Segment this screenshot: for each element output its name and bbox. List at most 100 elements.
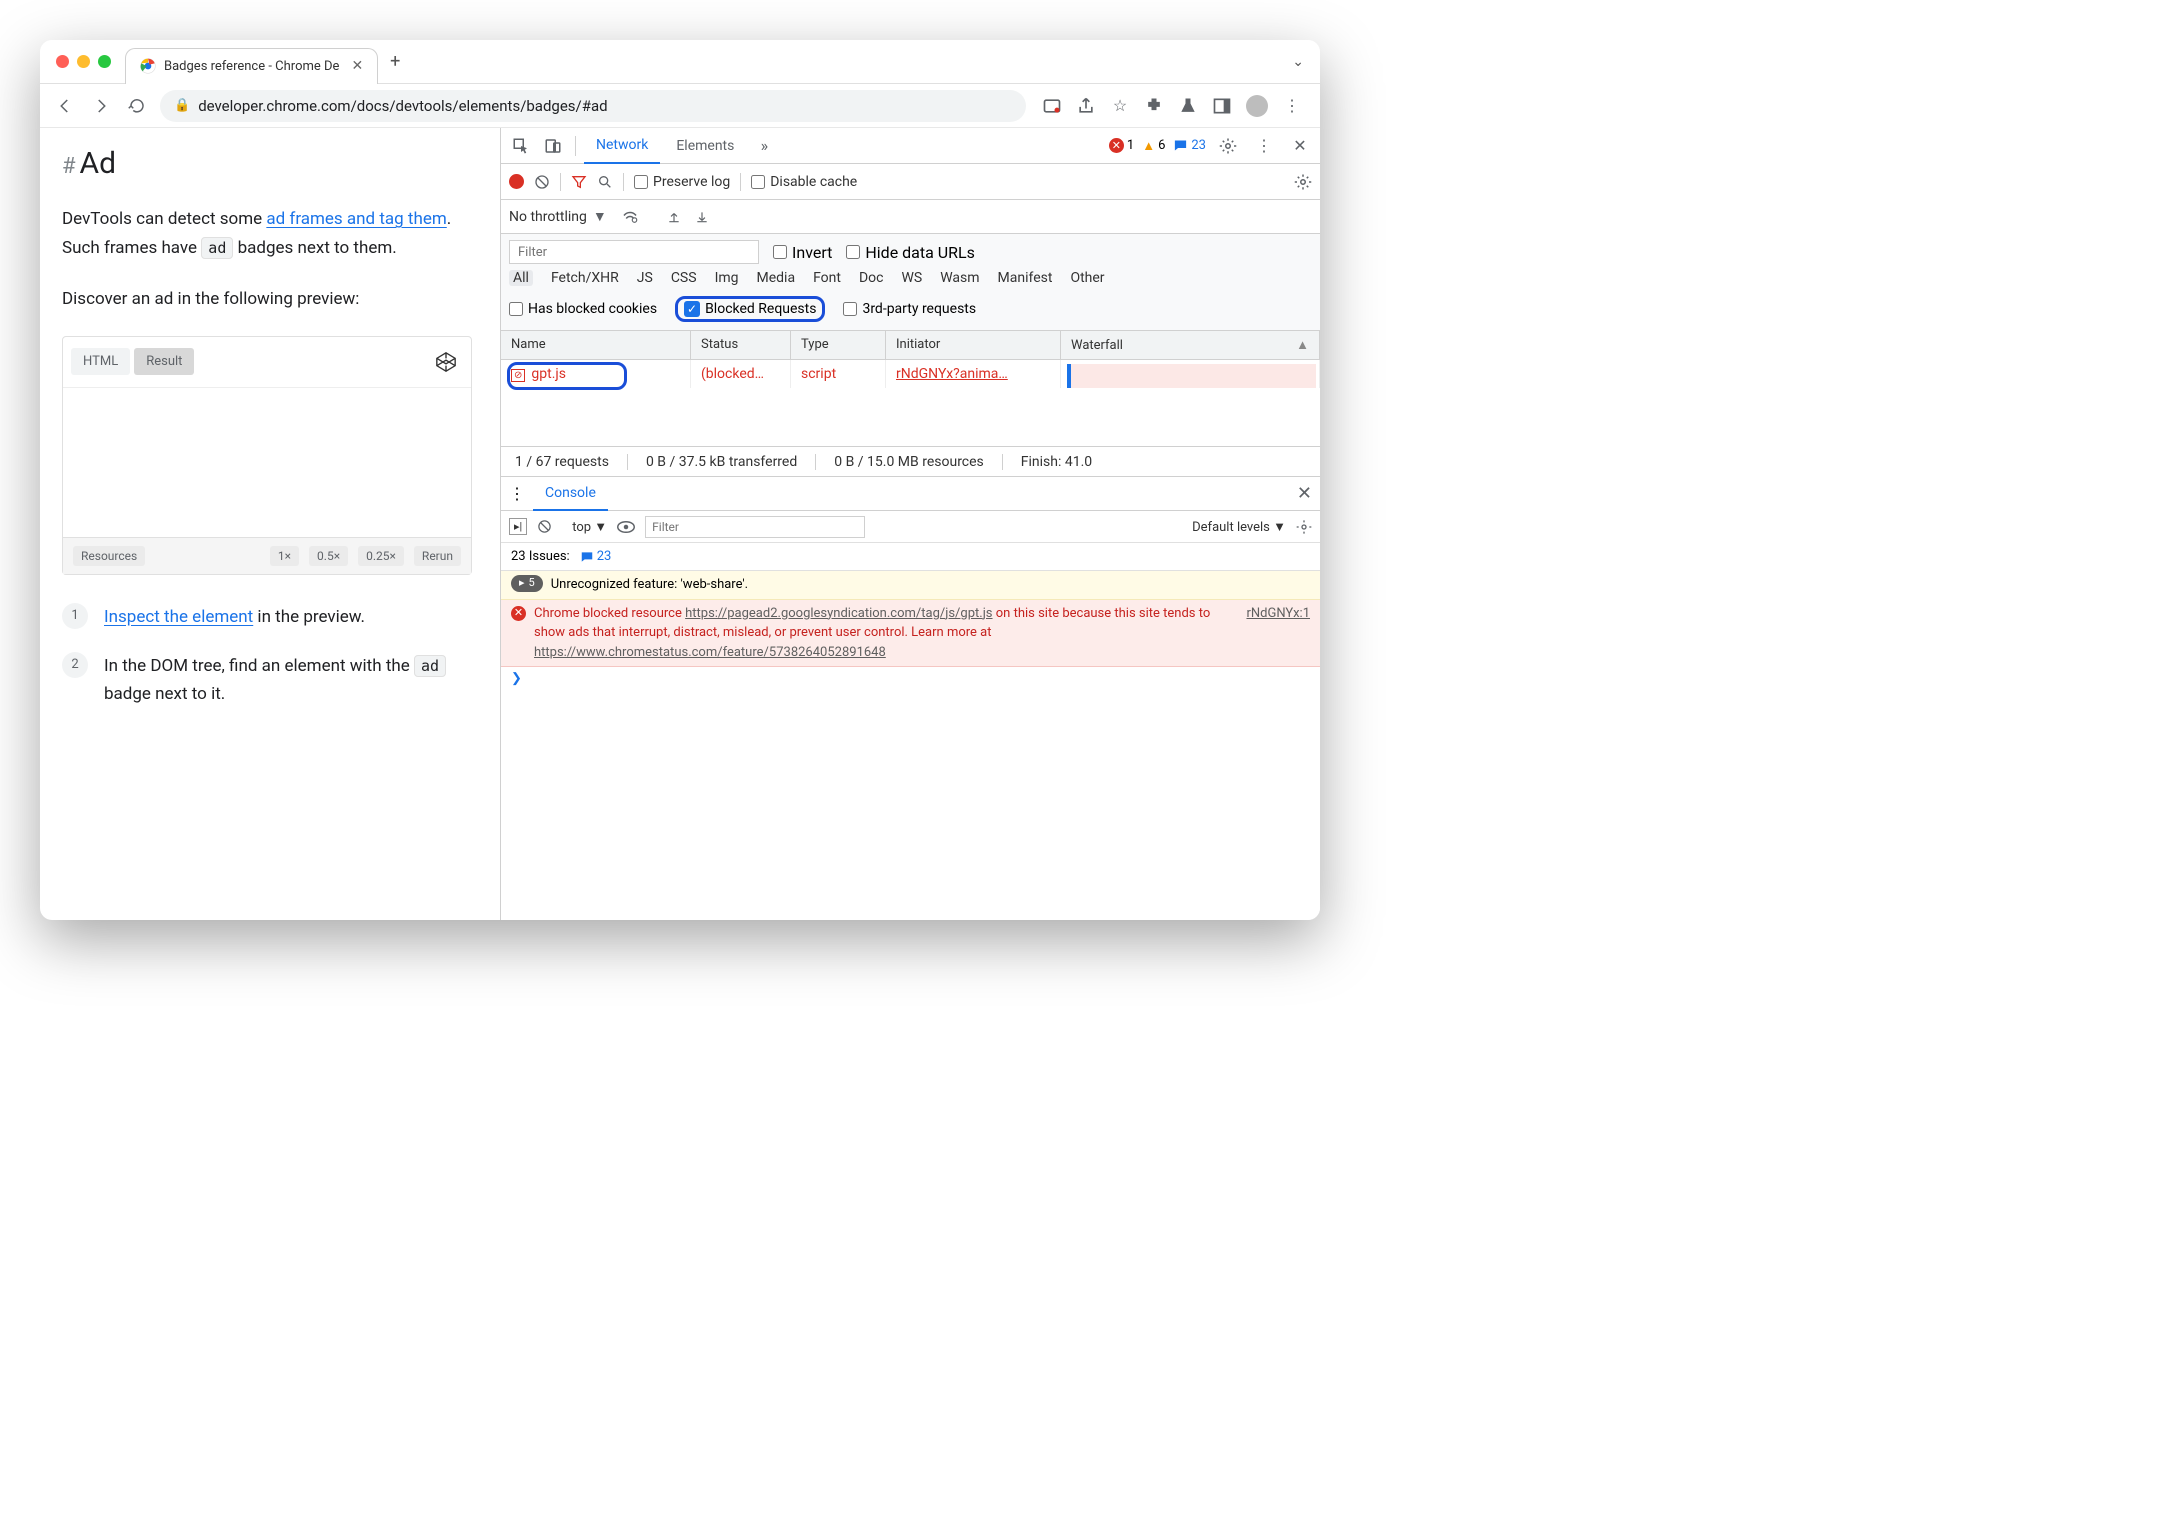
device-toggle-icon[interactable] xyxy=(539,132,567,160)
resources-button[interactable]: Resources xyxy=(73,546,145,566)
log-levels-select[interactable]: Default levels ▼ xyxy=(1192,519,1286,535)
console-error-line[interactable]: ✕ Chrome blocked resource https://pagead… xyxy=(501,600,1320,668)
clear-icon[interactable] xyxy=(534,174,550,190)
minimize-window-button[interactable] xyxy=(77,55,90,68)
blocked-cookies-checkbox[interactable]: Has blocked cookies xyxy=(509,301,657,317)
hide-data-urls-checkbox[interactable]: Hide data URLs xyxy=(846,243,975,262)
filter-type-css[interactable]: CSS xyxy=(671,270,697,286)
filter-type-wasm[interactable]: Wasm xyxy=(940,270,979,286)
network-settings-icon[interactable] xyxy=(1294,173,1312,191)
issues-count[interactable]: 23 xyxy=(1173,138,1206,153)
filter-type-doc[interactable]: Doc xyxy=(859,270,884,286)
context-select[interactable]: top ▼ xyxy=(572,519,607,535)
record-button[interactable] xyxy=(509,174,524,189)
rerun-button[interactable]: Rerun xyxy=(414,546,461,566)
reload-button[interactable] xyxy=(124,93,150,119)
kebab-icon[interactable]: ⋮ xyxy=(1250,132,1278,160)
disable-cache-checkbox[interactable]: Disable cache xyxy=(751,174,857,190)
issues-chip[interactable]: 23 xyxy=(580,549,612,564)
preserve-log-checkbox[interactable]: Preserve log xyxy=(634,174,730,190)
toolbar-icons: ☆ ⋮ xyxy=(1036,95,1308,117)
filter-type-manifest[interactable]: Manifest xyxy=(998,270,1053,286)
navigation-bar: 🔒 developer.chrome.com/docs/devtools/ele… xyxy=(40,84,1320,128)
labs-icon[interactable] xyxy=(1178,96,1198,116)
error-source-link[interactable]: rNdGNYx:1 xyxy=(1246,604,1310,624)
filter-type-img[interactable]: Img xyxy=(715,270,739,286)
third-party-checkbox[interactable]: 3rd-party requests xyxy=(843,301,976,317)
filter-type-all[interactable]: All xyxy=(509,270,533,286)
zoom-025x[interactable]: 0.25× xyxy=(358,546,404,566)
console-warning-line[interactable]: ▸ 5 Unrecognized feature: 'web-share'. xyxy=(501,571,1320,600)
preview-tab-result[interactable]: Result xyxy=(134,348,194,375)
col-type[interactable]: Type xyxy=(791,331,886,359)
filter-type-media[interactable]: Media xyxy=(757,270,796,286)
zoom-05x[interactable]: 0.5× xyxy=(309,546,348,566)
filter-type-js[interactable]: JS xyxy=(637,270,653,286)
tabs-dropdown-icon[interactable]: ⌄ xyxy=(1292,54,1304,70)
sidepanel-icon[interactable] xyxy=(1212,96,1232,116)
preview-iframe[interactable] xyxy=(63,387,471,537)
lock-icon: 🔒 xyxy=(174,98,190,113)
extensions-icon[interactable] xyxy=(1144,96,1164,116)
maximize-window-button[interactable] xyxy=(98,55,111,68)
translate-icon[interactable] xyxy=(1042,96,1062,116)
import-har-icon[interactable] xyxy=(667,209,681,225)
warning-count[interactable]: ▲6 xyxy=(1142,138,1165,154)
close-drawer-icon[interactable]: ✕ xyxy=(1297,483,1312,504)
console-filter-input[interactable] xyxy=(645,516,865,538)
error-count[interactable]: ✕1 xyxy=(1109,138,1134,153)
close-devtools-icon[interactable]: ✕ xyxy=(1286,132,1314,160)
resources-size: 0 B / 15.0 MB resources xyxy=(834,454,1003,470)
requests-count: 1 / 67 requests xyxy=(515,454,628,470)
inspect-element-link[interactable]: Inspect the element xyxy=(104,607,253,627)
forward-button[interactable] xyxy=(88,93,114,119)
filter-type-ws[interactable]: WS xyxy=(901,270,922,286)
more-tabs-icon[interactable]: » xyxy=(750,132,778,160)
settings-icon[interactable] xyxy=(1214,132,1242,160)
back-button[interactable] xyxy=(52,93,78,119)
close-window-button[interactable] xyxy=(56,55,69,68)
console-drawer: ⋮ Console ✕ ▸| top ▼ Default levels ▼ 23… xyxy=(501,476,1320,920)
filter-icon[interactable] xyxy=(571,174,587,190)
network-table-body: ⊘gpt.js (blocked… script rNdGNYx?anima… xyxy=(501,360,1320,446)
filter-type-fetch[interactable]: Fetch/XHR xyxy=(551,270,619,286)
throttling-select[interactable]: No throttling ▼ xyxy=(509,208,607,225)
col-waterfall[interactable]: Waterfall▲ xyxy=(1061,331,1320,359)
filter-input[interactable] xyxy=(509,240,759,264)
filter-type-font[interactable]: Font xyxy=(813,270,841,286)
close-tab-icon[interactable]: ✕ xyxy=(351,58,363,74)
zoom-1x[interactable]: 1× xyxy=(270,546,299,566)
invert-checkbox[interactable]: Invert xyxy=(773,243,832,262)
col-name[interactable]: Name xyxy=(501,331,691,359)
clear-console-icon[interactable] xyxy=(537,519,552,534)
intro-paragraph: DevTools can detect some ad frames and t… xyxy=(62,205,472,263)
bookmark-icon[interactable]: ☆ xyxy=(1110,96,1130,116)
search-icon[interactable] xyxy=(597,174,613,190)
cell-initiator: rNdGNYx?anima… xyxy=(886,360,1061,388)
console-sidebar-toggle[interactable]: ▸| xyxy=(509,518,527,535)
share-icon[interactable] xyxy=(1076,96,1096,116)
preview-tab-html[interactable]: HTML xyxy=(71,348,130,375)
inspect-icon[interactable] xyxy=(507,132,535,160)
live-expression-icon[interactable] xyxy=(617,521,635,533)
export-har-icon[interactable] xyxy=(695,209,709,225)
ad-frames-link[interactable]: ad frames and tag them xyxy=(266,209,446,229)
tab-network[interactable]: Network xyxy=(584,128,660,164)
codepen-icon[interactable] xyxy=(429,345,463,379)
blocked-requests-checkbox[interactable]: ✓Blocked Requests xyxy=(684,301,816,317)
profile-avatar[interactable] xyxy=(1246,95,1268,117)
filter-type-other[interactable]: Other xyxy=(1070,270,1104,286)
col-status[interactable]: Status xyxy=(691,331,791,359)
col-initiator[interactable]: Initiator xyxy=(886,331,1061,359)
drawer-tab-console[interactable]: Console xyxy=(533,477,608,511)
browser-tab[interactable]: Badges reference - Chrome De ✕ xyxy=(125,48,378,84)
console-prompt[interactable]: ❯ xyxy=(501,667,1320,690)
network-status-bar: 1 / 67 requests 0 B / 37.5 kB transferre… xyxy=(501,446,1320,476)
address-bar[interactable]: 🔒 developer.chrome.com/docs/devtools/ele… xyxy=(160,90,1026,122)
new-tab-button[interactable]: + xyxy=(390,51,400,72)
network-conditions-icon[interactable] xyxy=(621,208,639,226)
menu-icon[interactable]: ⋮ xyxy=(1282,96,1302,116)
console-settings-icon[interactable] xyxy=(1296,519,1312,535)
tab-elements[interactable]: Elements xyxy=(664,128,746,164)
drawer-kebab-icon[interactable]: ⋮ xyxy=(509,484,525,503)
